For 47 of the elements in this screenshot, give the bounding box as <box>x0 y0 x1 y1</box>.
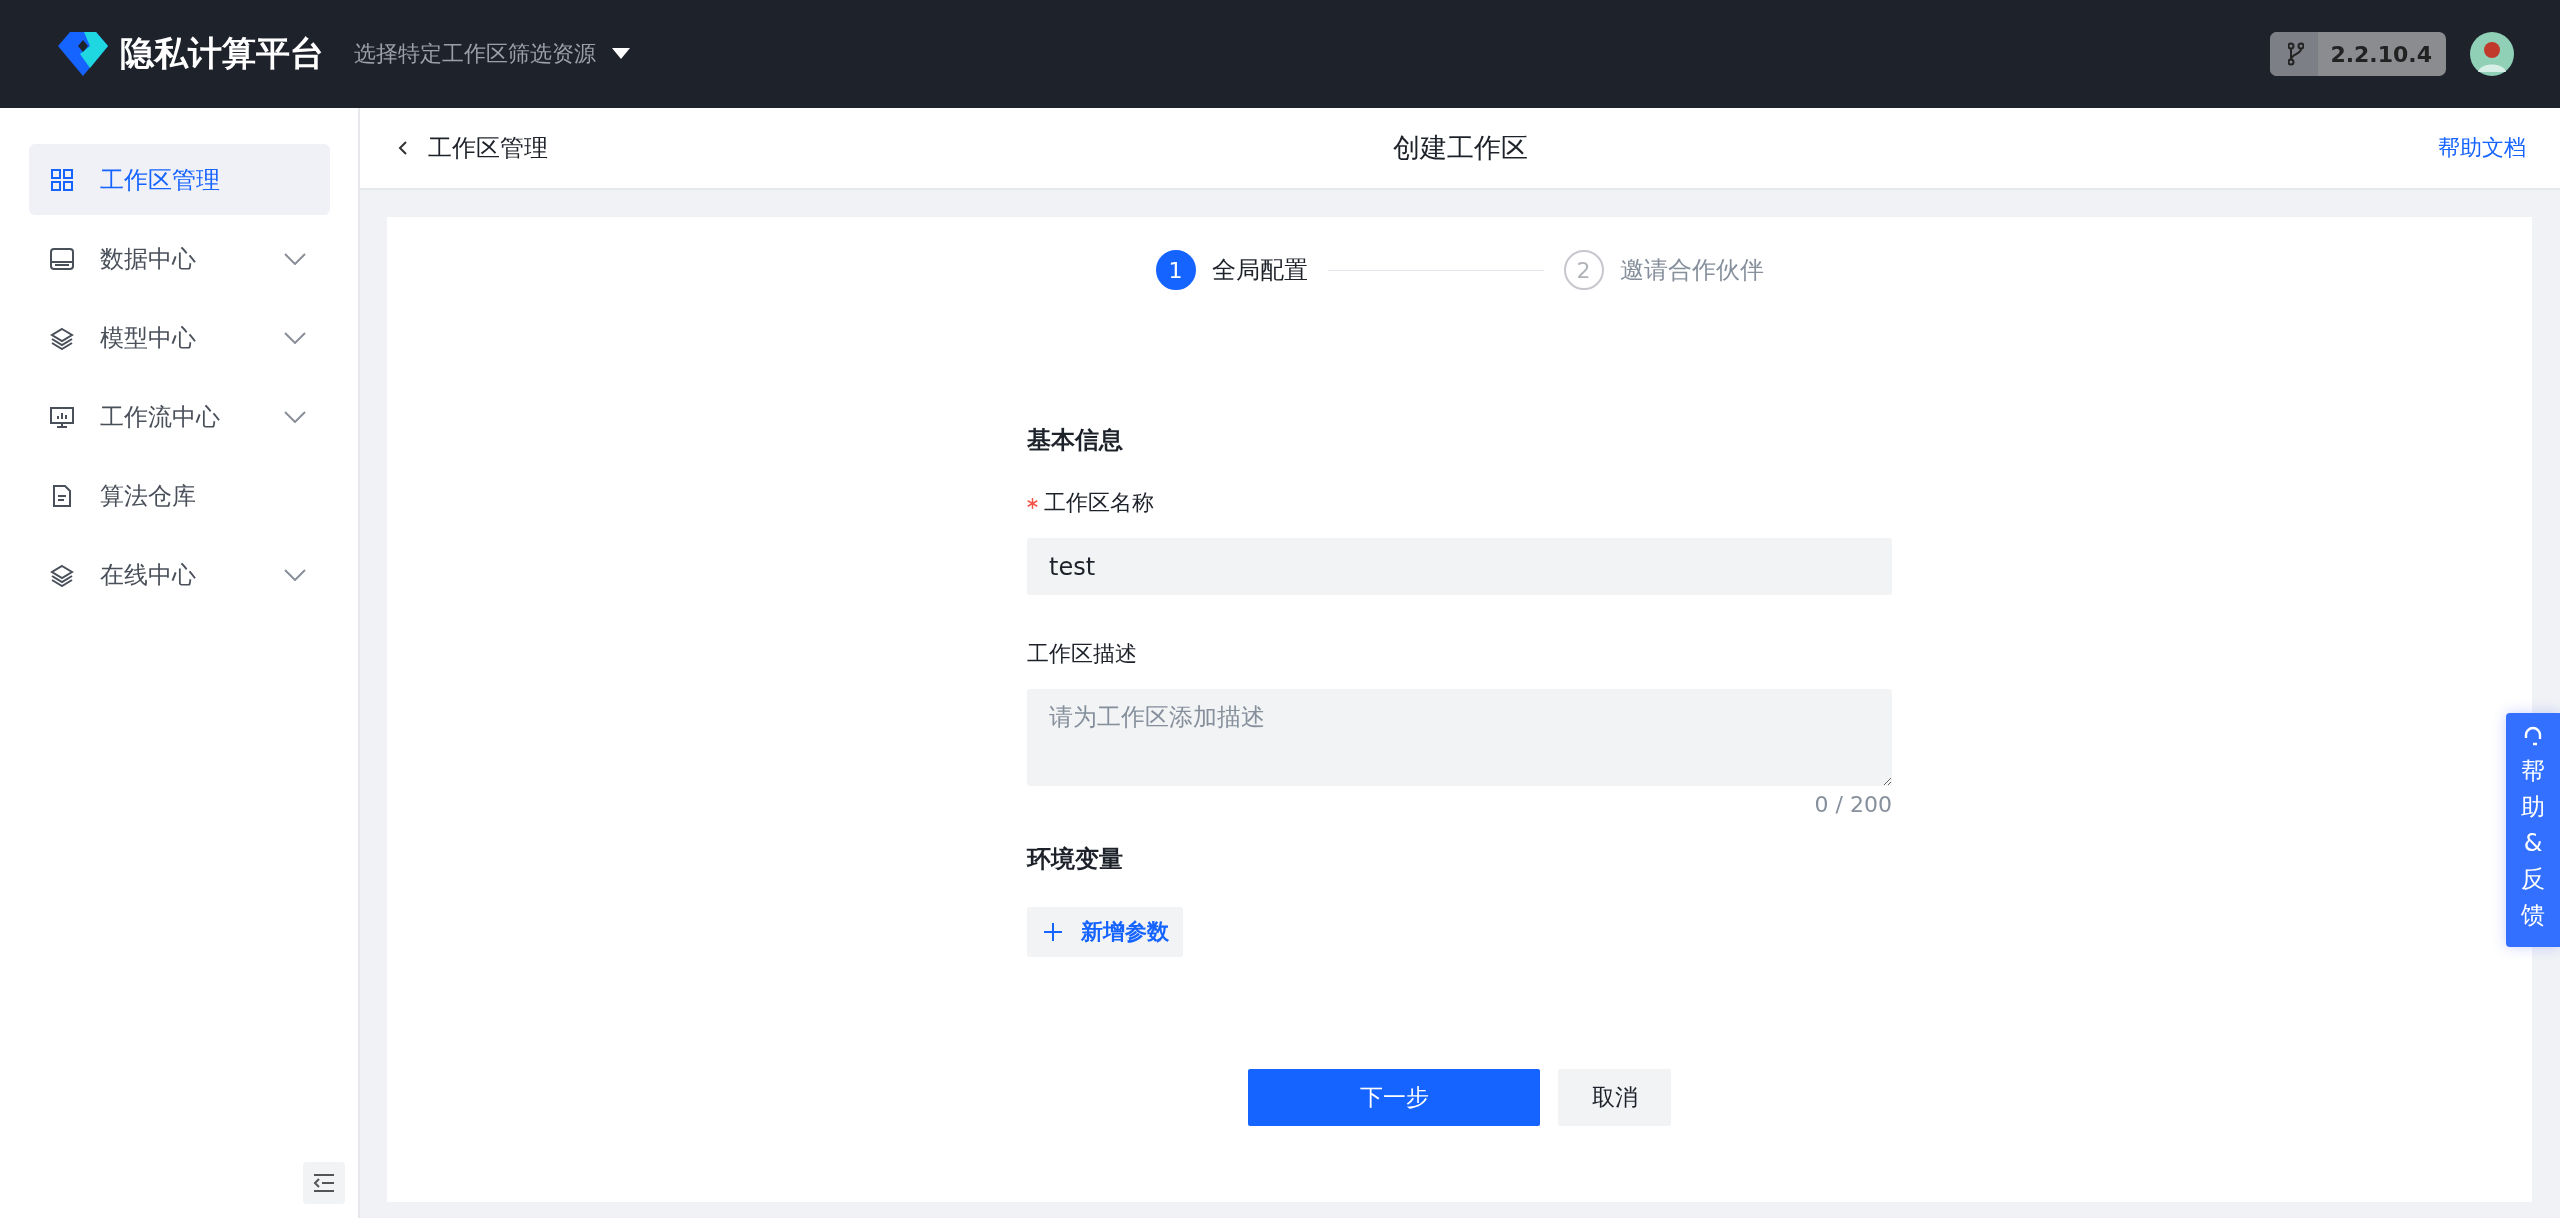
required-asterisk-icon <box>1027 497 1038 509</box>
page-title: 创建工作区 <box>1392 131 1528 165</box>
diamond-logo-icon <box>58 32 108 76</box>
user-avatar[interactable] <box>2470 32 2514 76</box>
textarea-field[interactable]: 请为工作区添加描述 <box>1027 689 1892 786</box>
plus-icon <box>1043 922 1063 942</box>
chevron-down-icon <box>284 568 306 581</box>
collapse-sidebar-button[interactable] <box>303 1162 345 1204</box>
headset-icon <box>2523 725 2543 747</box>
character-counter: 0 / 200 <box>1814 792 1892 817</box>
help-feedback-tab[interactable]: 帮助&反馈 <box>2506 713 2560 947</box>
chevron-down-icon <box>284 331 306 344</box>
caret-down-icon <box>612 48 630 60</box>
sidebar-item[interactable]: 模型中心 <box>29 302 330 373</box>
platform-name: 隐私计算平台 <box>120 32 324 75</box>
help-docs-link[interactable]: 帮助文档 <box>2438 133 2526 163</box>
document-icon <box>50 483 74 508</box>
section-title: 基本信息 <box>1027 425 1124 456</box>
sidebar-item[interactable]: 数据中心 <box>29 223 330 294</box>
cancel-button[interactable]: 取消 <box>1558 1069 1671 1126</box>
field-label: 工作区描述 <box>1027 640 1137 668</box>
field-label: 工作区名称 <box>1044 489 1154 517</box>
step-label: 邀请合作伙伴 <box>1619 255 1764 286</box>
next-step-button[interactable]: 下一步 <box>1248 1069 1540 1126</box>
branch-icon <box>2288 42 2305 66</box>
back-link[interactable]: 工作区管理 <box>398 132 548 164</box>
drive-icon <box>50 246 74 271</box>
sidebar-item[interactable]: 在线中心 <box>29 539 330 610</box>
sidebar-item[interactable]: 工作区管理 <box>29 144 330 215</box>
version-number: 2.2.10.4 <box>2329 40 2433 69</box>
layers-icon <box>50 562 74 587</box>
chevron-left-icon <box>398 140 408 156</box>
chevron-down-icon <box>284 410 306 423</box>
monitor-chart-icon <box>50 404 74 429</box>
text-input[interactable]: test <box>1027 538 1892 595</box>
workspace-filter-dropdown[interactable]: 选择特定工作区筛选资源 <box>354 39 630 69</box>
section-title: 环境变量 <box>1027 844 1124 875</box>
sidebar-item[interactable]: 工作流中心 <box>29 381 330 452</box>
chevron-down-icon <box>284 252 306 265</box>
layers-icon <box>50 325 74 350</box>
step-number: 1 <box>1155 250 1196 290</box>
grid-icon <box>50 167 74 192</box>
step-number: 2 <box>1563 250 1604 290</box>
step-label: 全局配置 <box>1211 255 1308 286</box>
add-parameter-button[interactable]: 新增参数 <box>1027 907 1183 957</box>
menu-fold-icon <box>312 1173 336 1193</box>
sidebar-item[interactable]: 算法仓库 <box>29 460 330 531</box>
